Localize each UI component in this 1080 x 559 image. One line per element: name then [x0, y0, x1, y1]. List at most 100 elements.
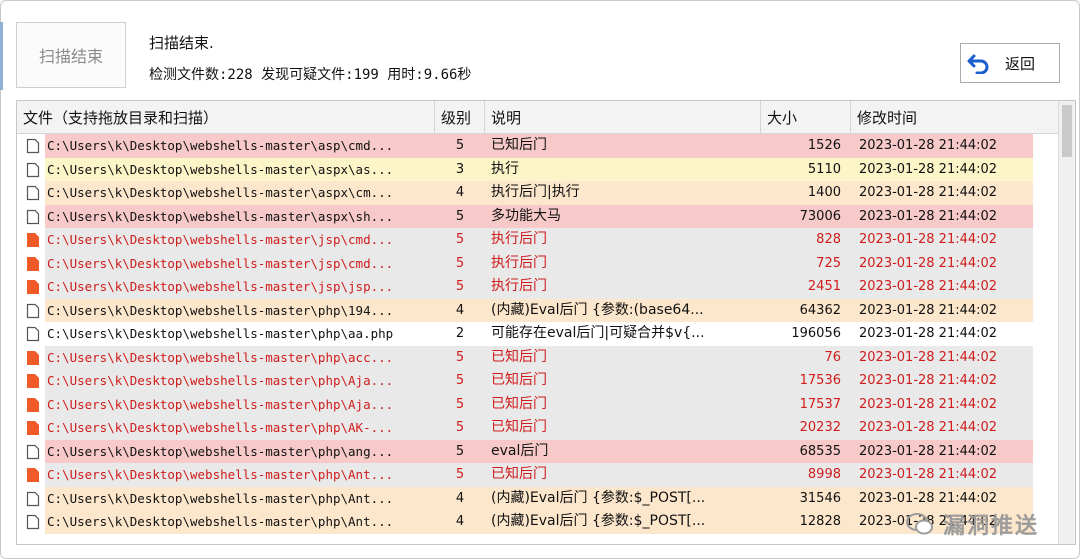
file-path-cell: C:\Users\k\Desktop\webshells-master\php\…	[45, 298, 435, 322]
column-header-description[interactable]: 说明	[485, 101, 761, 133]
table-row[interactable]: C:\Users\k\Desktop\webshells-master\php\…	[17, 486, 1061, 511]
file-page-icon	[23, 322, 43, 346]
column-header-level[interactable]: 级别	[435, 101, 485, 133]
modified-time-cell: 2023-01-28 21:44:02	[847, 204, 1033, 228]
table-row[interactable]: C:\Users\k\Desktop\webshells-master\php\…	[17, 463, 1061, 487]
description-cell: 执行后门	[485, 275, 761, 299]
modified-time-cell: 2023-01-28 21:44:02	[847, 369, 1033, 393]
modified-time-cell: 2023-01-28 21:44:02	[847, 416, 1033, 440]
description-cell: 已知后门	[485, 345, 761, 369]
size-cell: 8998	[761, 463, 847, 487]
undo-arrow-icon	[967, 54, 989, 74]
description-cell: 多功能大马	[485, 204, 761, 228]
wechat-icon	[906, 513, 933, 535]
level-cell: 4	[435, 486, 485, 510]
size-cell: 64362	[761, 298, 847, 322]
file-red-icon	[23, 252, 43, 276]
file-page-icon	[23, 299, 43, 323]
description-cell: 可能存在eval后门|可疑合并$v{...	[485, 322, 761, 346]
vertical-scrollbar[interactable]	[1058, 101, 1075, 544]
size-cell: 1400	[761, 181, 847, 205]
level-cell: 5	[435, 392, 485, 416]
size-cell: 725	[761, 251, 847, 275]
column-header-size[interactable]: 大小	[761, 101, 851, 133]
watermark-text: 漏洞推送	[943, 514, 1040, 539]
file-page-icon	[23, 440, 43, 464]
description-cell: (内藏)Eval后门 {参数:$_POST[...	[485, 510, 761, 534]
table-row[interactable]: C:\Users\k\Desktop\webshells-master\jsp\…	[17, 228, 1061, 252]
description-cell: 已知后门	[485, 392, 761, 416]
column-header-file[interactable]: 文件（支持拖放目录和扫描）	[17, 101, 435, 133]
description-cell: 执行后门	[485, 251, 761, 275]
modified-time-cell: 2023-01-28 21:44:02	[847, 322, 1033, 346]
file-path-cell: C:\Users\k\Desktop\webshells-master\asp\…	[45, 134, 435, 158]
table-row[interactable]: C:\Users\k\Desktop\webshells-master\jsp\…	[17, 275, 1061, 299]
level-cell: 5	[435, 228, 485, 252]
modified-time-cell: 2023-01-28 21:44:02	[847, 228, 1033, 252]
level-cell: 4	[435, 181, 485, 205]
modified-time-cell: 2023-01-28 21:44:02	[847, 298, 1033, 322]
file-path-cell: C:\Users\k\Desktop\webshells-master\aspx…	[45, 181, 435, 205]
file-red-icon	[23, 275, 43, 299]
file-red-icon	[23, 369, 43, 393]
results-table: 文件（支持拖放目录和扫描） 级别 说明 大小 修改时间 C:\Users\k\D…	[16, 100, 1076, 545]
description-cell: 已知后门	[485, 134, 761, 158]
description-cell: 已知后门	[485, 369, 761, 393]
table-row[interactable]: C:\Users\k\Desktop\webshells-master\php\…	[17, 439, 1061, 464]
level-cell: 4	[435, 298, 485, 322]
file-path-cell: C:\Users\k\Desktop\webshells-master\php\…	[45, 510, 435, 534]
table-body: C:\Users\k\Desktop\webshells-master\asp\…	[17, 134, 1061, 534]
modified-time-cell: 2023-01-28 21:44:02	[847, 251, 1033, 275]
level-cell: 5	[435, 345, 485, 369]
table-row[interactable]: C:\Users\k\Desktop\webshells-master\php\…	[17, 416, 1061, 440]
column-header-modified-time[interactable]: 修改时间	[851, 101, 1061, 133]
level-cell: 5	[435, 416, 485, 440]
file-path-cell: C:\Users\k\Desktop\webshells-master\php\…	[45, 345, 435, 369]
size-cell: 196056	[761, 322, 847, 346]
size-cell: 68535	[761, 439, 847, 463]
file-path-cell: C:\Users\k\Desktop\webshells-master\php\…	[45, 322, 435, 346]
file-red-icon	[23, 346, 43, 370]
level-cell: 5	[435, 463, 485, 487]
file-page-icon	[23, 510, 43, 534]
file-page-icon	[23, 181, 43, 205]
description-cell: (内藏)Eval后门 {参数:$_POST[...	[485, 486, 761, 510]
level-cell: 5	[435, 251, 485, 275]
back-button[interactable]: 返回	[960, 43, 1060, 83]
scrollbar-thumb[interactable]	[1062, 105, 1072, 157]
level-cell: 5	[435, 439, 485, 463]
file-red-icon	[23, 416, 43, 440]
table-row[interactable]: C:\Users\k\Desktop\webshells-master\php\…	[17, 322, 1061, 346]
level-cell: 5	[435, 134, 485, 158]
file-page-icon	[23, 487, 43, 511]
size-cell: 20232	[761, 416, 847, 440]
table-row[interactable]: C:\Users\k\Desktop\webshells-master\php\…	[17, 369, 1061, 393]
file-path-cell: C:\Users\k\Desktop\webshells-master\jsp\…	[45, 251, 435, 275]
left-accent-bar	[0, 22, 3, 90]
table-row[interactable]: C:\Users\k\Desktop\webshells-master\php\…	[17, 345, 1061, 370]
file-red-icon	[23, 228, 43, 252]
status-stats: 检测文件数:228 发现可疑文件:199 用时:9.66秒	[149, 67, 472, 83]
modified-time-cell: 2023-01-28 21:44:02	[847, 275, 1033, 299]
table-row[interactable]: C:\Users\k\Desktop\webshells-master\asp\…	[17, 134, 1061, 158]
size-cell: 31546	[761, 486, 847, 510]
file-path-cell: C:\Users\k\Desktop\webshells-master\php\…	[45, 439, 435, 463]
table-row[interactable]: C:\Users\k\Desktop\webshells-master\php\…	[17, 298, 1061, 323]
file-path-cell: C:\Users\k\Desktop\webshells-master\jsp\…	[45, 275, 435, 299]
scan-status-button[interactable]: 扫描结束	[16, 22, 126, 88]
table-row[interactable]: C:\Users\k\Desktop\webshells-master\aspx…	[17, 157, 1061, 181]
size-cell: 76	[761, 345, 847, 369]
table-row[interactable]: C:\Users\k\Desktop\webshells-master\php\…	[17, 392, 1061, 416]
file-page-icon	[23, 134, 43, 158]
modified-time-cell: 2023-01-28 21:44:02	[847, 486, 1033, 510]
status-title: 扫描结束.	[149, 34, 214, 52]
table-row[interactable]: C:\Users\k\Desktop\webshells-master\aspx…	[17, 181, 1061, 205]
table-row[interactable]: C:\Users\k\Desktop\webshells-master\jsp\…	[17, 251, 1061, 276]
description-cell: eval后门	[485, 439, 761, 463]
size-cell: 73006	[761, 204, 847, 228]
size-cell: 2451	[761, 275, 847, 299]
table-row[interactable]: C:\Users\k\Desktop\webshells-master\aspx…	[17, 204, 1061, 228]
modified-time-cell: 2023-01-28 21:44:02	[847, 134, 1033, 158]
size-cell: 12828	[761, 510, 847, 534]
back-button-label: 返回	[1005, 54, 1036, 73]
